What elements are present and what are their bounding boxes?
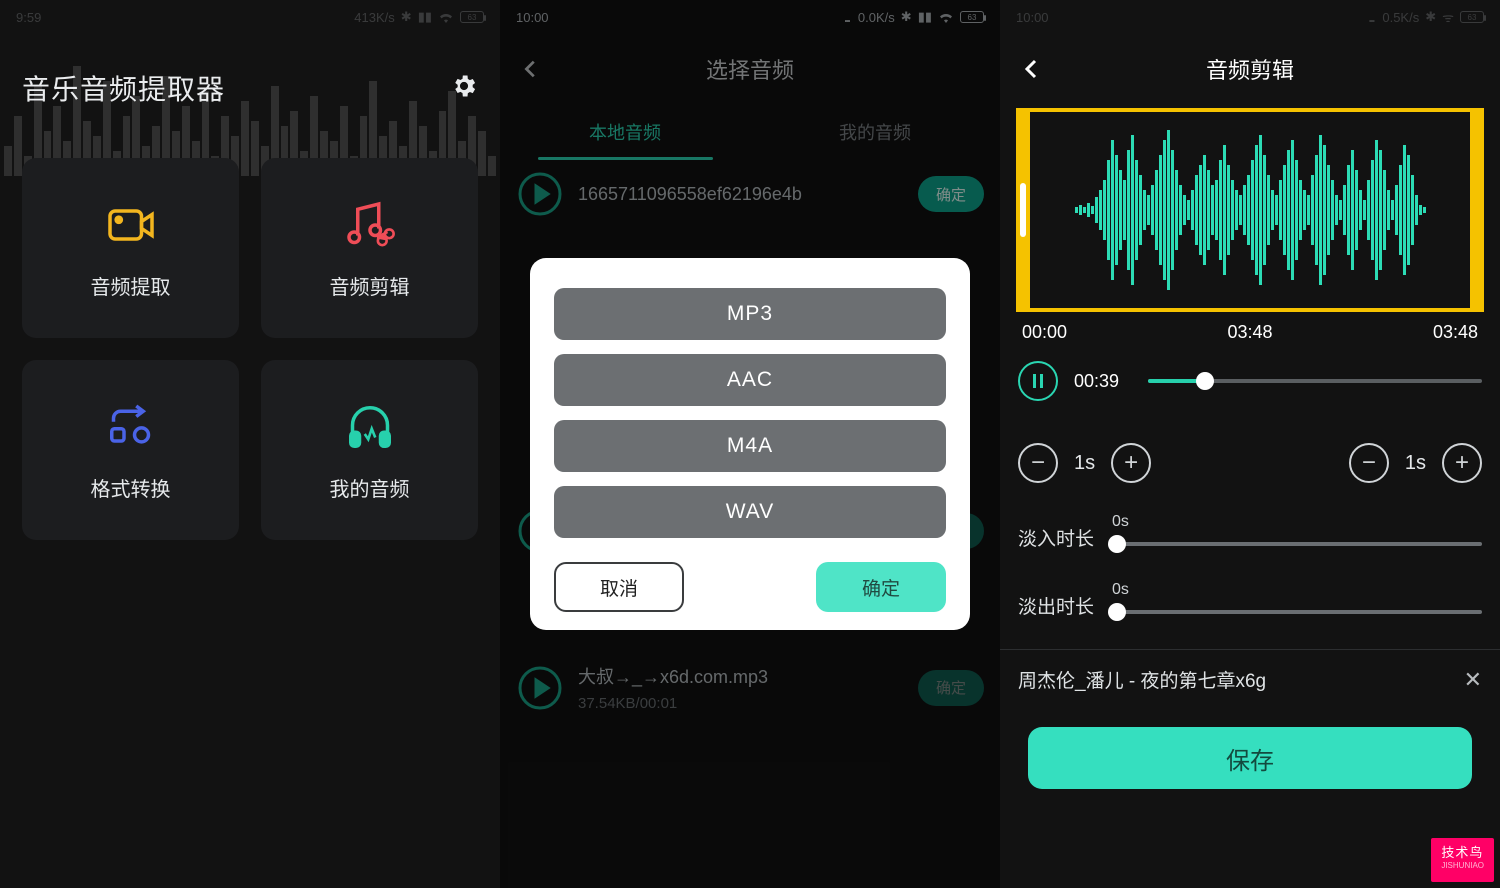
fade-in-value: 0s (1112, 513, 1482, 531)
card-format-convert[interactable]: 格式转换 (22, 360, 239, 540)
minus-button[interactable]: − (1018, 443, 1058, 483)
plus-button[interactable]: + (1111, 443, 1151, 483)
time-start: 00:00 (1022, 322, 1067, 343)
card-label: 音频提取 (91, 271, 171, 300)
wifi-icon: ᯤ (1442, 8, 1454, 26)
fade-out-value: 0s (1112, 581, 1482, 599)
watermark-main: 技术鸟 (1441, 845, 1483, 860)
format-option-m4a[interactable]: M4A (554, 420, 946, 472)
page-title: 音频剪辑 (1020, 53, 1480, 85)
card-label: 音频剪辑 (330, 271, 410, 300)
dots-icon: ... (1369, 10, 1374, 25)
battery-icon: 63 (1460, 11, 1484, 23)
card-label: 我的音频 (330, 473, 410, 502)
close-icon[interactable]: ✕ (1464, 667, 1482, 693)
format-dialog: MP3 AAC M4A WAV 取消 确定 (530, 258, 970, 630)
watermark: 技术鸟 JISHUNIAO (1431, 838, 1494, 882)
current-time: 00:39 (1074, 371, 1132, 392)
dialog-cancel-button[interactable]: 取消 (554, 562, 684, 612)
music-cut-icon (342, 197, 398, 253)
card-label: 格式转换 (91, 473, 171, 502)
headphones-icon (342, 399, 398, 455)
watermark-sub: JISHUNIAO (1441, 861, 1484, 870)
signal-icon: ▮▮ (418, 9, 432, 25)
status-net-speed: 0.5K/s (1382, 10, 1419, 25)
time-end: 03:48 (1433, 322, 1478, 343)
format-dialog-mask: MP3 AAC M4A WAV 取消 确定 (500, 0, 1000, 888)
card-audio-edit[interactable]: 音频剪辑 (261, 158, 478, 338)
status-net-speed: 413K/s (354, 10, 394, 25)
waveform-selection[interactable] (1016, 108, 1484, 312)
progress-slider[interactable] (1148, 371, 1482, 391)
step-back-group: − 1s + (1018, 443, 1151, 483)
camera-icon (103, 197, 159, 253)
step-value: 1s (1074, 452, 1095, 475)
time-axis: 00:00 03:48 03:48 (1000, 312, 1500, 343)
fade-out-slider[interactable] (1112, 605, 1482, 619)
step-forward-group: − 1s + (1349, 443, 1482, 483)
screen-home: 9:59 413K/s ✱ ▮▮ 63 音乐音频提取器 音频提取 音频剪辑 格式… (0, 0, 500, 888)
fade-out-label: 淡出时长 (1018, 592, 1096, 619)
format-option-wav[interactable]: WAV (554, 486, 946, 538)
selection-frame (1016, 108, 1484, 312)
status-time: 9:59 (16, 10, 41, 25)
pause-button[interactable] (1018, 361, 1058, 401)
minus-button[interactable]: − (1349, 443, 1389, 483)
handle-right[interactable] (1474, 183, 1480, 237)
track-name: 周杰伦_潘儿 - 夜的第七章x6g (1018, 666, 1266, 693)
step-value: 1s (1405, 452, 1426, 475)
handle-left[interactable] (1020, 183, 1026, 237)
plus-button[interactable]: + (1442, 443, 1482, 483)
format-option-mp3[interactable]: MP3 (554, 288, 946, 340)
card-my-audio[interactable]: 我的音频 (261, 360, 478, 540)
battery-icon: 63 (460, 11, 484, 23)
format-option-aac[interactable]: AAC (554, 354, 946, 406)
card-audio-extract[interactable]: 音频提取 (22, 158, 239, 338)
screen-audio-editor: 10:00 ... 0.5K/s ✱ ᯤ 63 音频剪辑 00:00 03:48… (1000, 0, 1500, 888)
status-bar: 10:00 ... 0.5K/s ✱ ᯤ 63 (1000, 0, 1500, 34)
wifi-icon (438, 11, 454, 23)
bluetooth-icon: ✱ (401, 9, 412, 25)
swap-icon (103, 399, 159, 455)
status-time: 10:00 (1016, 10, 1049, 25)
fade-in-label: 淡入时长 (1018, 524, 1096, 551)
bluetooth-icon: ✱ (1425, 9, 1436, 25)
time-mid: 03:48 (1227, 322, 1272, 343)
screen-select-audio: 10:00 ... 0.0K/s ✱ ▮▮ 63 选择音频 本地音频 我的音频 … (500, 0, 1000, 888)
dialog-ok-button[interactable]: 确定 (816, 562, 946, 612)
fade-in-slider[interactable] (1112, 537, 1482, 551)
save-button[interactable]: 保存 (1028, 727, 1472, 789)
